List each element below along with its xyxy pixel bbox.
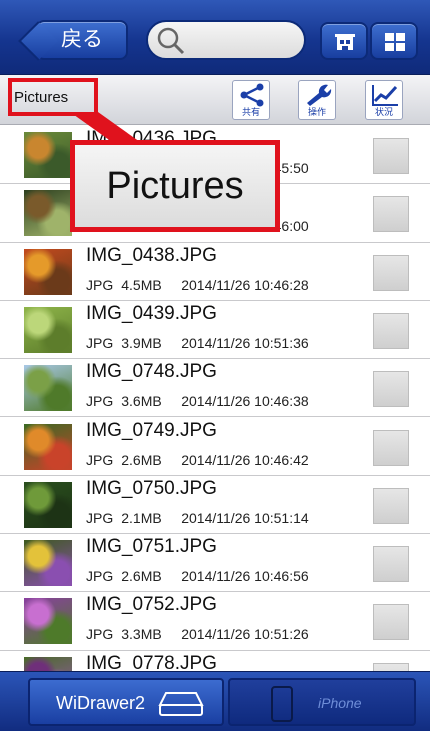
file-row[interactable]: IMG_0778.JPG xyxy=(0,650,430,671)
file-type: JPG xyxy=(86,626,114,643)
file-name: IMG_0778.JPG xyxy=(86,652,217,671)
file-meta: JPG 2.1MB 2014/11/26 10:51:14 xyxy=(86,510,309,526)
photo-thumbnail xyxy=(24,132,72,178)
file-row[interactable]: IMG_0749.JPG JPG 2.6MB 2014/11/26 10:46:42 xyxy=(0,417,430,476)
status-button[interactable]: 状況 xyxy=(365,80,403,120)
status-label: 状況 xyxy=(374,107,393,117)
file-name: IMG_0750.JPG xyxy=(86,477,217,499)
tab-iphone-label: iPhone xyxy=(318,695,362,711)
tab-iphone[interactable]: iPhone xyxy=(228,678,416,726)
home-icon xyxy=(335,34,355,50)
select-checkbox[interactable] xyxy=(373,371,409,408)
file-size: 2.6MB xyxy=(121,451,162,468)
photo-thumbnail xyxy=(24,248,72,295)
select-checkbox[interactable] xyxy=(373,196,409,233)
operations-button[interactable]: 操作 xyxy=(298,80,336,120)
file-date: 2014/11/26 10:46:28 xyxy=(181,276,309,293)
select-checkbox[interactable] xyxy=(373,254,409,291)
file-meta: JPG 3.6MB 2014/11/26 10:46:38 xyxy=(86,393,309,409)
select-checkbox[interactable] xyxy=(373,662,409,671)
file-row[interactable]: IMG_0439.JPG JPG 3.9MB 2014/11/26 10:51:36 xyxy=(0,300,430,360)
chart-icon xyxy=(372,85,398,106)
file-meta: JPG 2.6MB 2014/11/26 10:46:56 xyxy=(86,568,309,584)
operations-label: 操作 xyxy=(307,107,326,117)
file-type: JPG xyxy=(86,568,114,585)
share-button[interactable]: 共有 xyxy=(232,80,270,120)
file-row[interactable]: IMG_0438.JPG JPG 4.5MB 2014/11/26 10:46:28 xyxy=(0,242,430,301)
home-button[interactable] xyxy=(320,22,368,60)
drive-icon xyxy=(158,692,204,716)
select-checkbox[interactable] xyxy=(373,487,409,524)
file-size: 3.3MB xyxy=(121,626,162,643)
select-checkbox[interactable] xyxy=(373,546,409,583)
bottom-bar: WiDrawer2 iPhone xyxy=(0,671,430,731)
select-checkbox[interactable] xyxy=(373,429,409,466)
photo-thumbnail xyxy=(24,656,72,671)
file-meta: JPG 3.3MB 2014/11/26 10:51:26 xyxy=(86,626,309,642)
file-row[interactable]: IMG_0752.JPG JPG 3.3MB 2014/11/26 10:51:26 xyxy=(0,592,430,651)
file-name: IMG_0439.JPG xyxy=(86,302,217,324)
grid-view-button[interactable] xyxy=(370,22,418,60)
file-date: 2014/11/26 10:51:36 xyxy=(181,334,309,351)
file-meta: JPG 2.6MB 2014/11/26 10:46:42 xyxy=(86,452,309,468)
file-name: IMG_0438.JPG xyxy=(86,244,217,266)
photo-thumbnail xyxy=(24,190,72,237)
photo-thumbnail xyxy=(24,423,72,470)
file-type: JPG xyxy=(86,334,114,351)
select-checkbox[interactable] xyxy=(373,604,409,641)
file-type: JPG xyxy=(86,276,114,293)
phone-icon xyxy=(271,686,293,722)
top-bar: 戻る xyxy=(0,0,430,75)
file-size: 2.1MB xyxy=(121,509,162,526)
file-type: JPG xyxy=(86,509,114,526)
file-size: 4.5MB xyxy=(121,276,162,293)
file-type: JPG xyxy=(86,451,114,468)
select-checkbox[interactable] xyxy=(373,312,409,349)
file-name: IMG_0749.JPG xyxy=(86,419,217,441)
photo-thumbnail xyxy=(24,540,72,587)
search-icon xyxy=(157,27,185,55)
zoom-callout: Pictures xyxy=(70,140,280,232)
file-size: 2.6MB xyxy=(121,568,162,585)
back-button[interactable]: 戻る xyxy=(36,20,128,60)
photo-thumbnail xyxy=(24,365,72,412)
file-name: IMG_0752.JPG xyxy=(86,594,217,616)
file-date: 2014/11/26 10:51:14 xyxy=(181,509,309,526)
path-highlight-frame xyxy=(8,78,98,116)
tab-widrawer[interactable]: WiDrawer2 xyxy=(28,678,224,726)
share-icon xyxy=(240,83,264,107)
file-size: 3.9MB xyxy=(121,334,162,351)
photo-thumbnail xyxy=(24,598,72,645)
file-date: 2014/11/26 10:46:56 xyxy=(181,568,309,585)
file-date: 2014/11/26 10:46:38 xyxy=(181,393,309,410)
file-name: IMG_0748.JPG xyxy=(86,361,217,383)
search-field[interactable] xyxy=(146,20,306,60)
tab-widrawer-label: WiDrawer2 xyxy=(56,693,146,713)
grid-icon xyxy=(385,33,405,51)
select-checkbox[interactable] xyxy=(373,138,409,174)
file-date: 2014/11/26 10:51:26 xyxy=(181,626,309,643)
wrench-icon xyxy=(307,84,332,106)
share-label: 共有 xyxy=(241,107,260,117)
file-meta: JPG 3.9MB 2014/11/26 10:51:36 xyxy=(86,335,309,351)
file-row[interactable]: IMG_0748.JPG JPG 3.6MB 2014/11/26 10:46:38 xyxy=(0,359,430,418)
file-date: 2014/11/26 10:46:42 xyxy=(181,451,309,468)
file-row[interactable]: IMG_0750.JPG JPG 2.1MB 2014/11/26 10:51:14 xyxy=(0,475,430,535)
file-meta: JPG 4.5MB 2014/11/26 10:46:28 xyxy=(86,277,309,293)
file-name: IMG_0751.JPG xyxy=(86,536,217,558)
file-size: 3.6MB xyxy=(121,393,162,410)
file-row[interactable]: IMG_0751.JPG JPG 2.6MB 2014/11/26 10:46:56 xyxy=(0,534,430,593)
back-button-label: 戻る xyxy=(61,28,103,51)
file-type: JPG xyxy=(86,393,114,410)
photo-thumbnail xyxy=(24,481,72,528)
search-input[interactable] xyxy=(192,28,292,54)
photo-thumbnail xyxy=(24,306,72,353)
